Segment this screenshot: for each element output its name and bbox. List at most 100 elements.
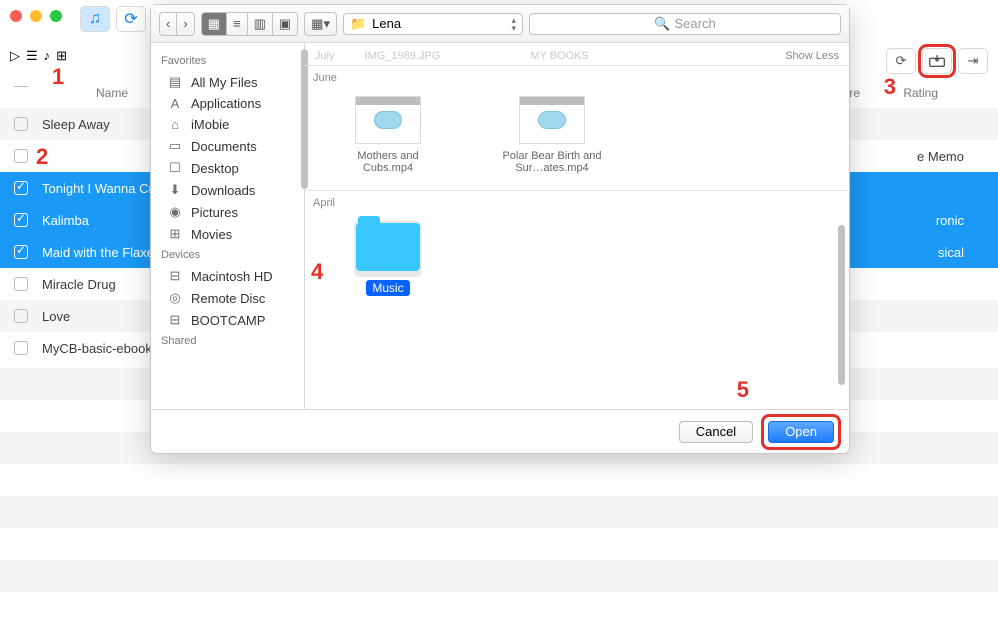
songs-icon[interactable]: ♪	[44, 48, 51, 64]
folder-icon	[356, 223, 420, 271]
refresh-icon[interactable]: ⟳	[886, 48, 916, 74]
window-close[interactable]	[10, 10, 22, 22]
sidebar-label: Applications	[191, 96, 261, 111]
sidebar-icon: ◉	[167, 204, 183, 220]
sidebar-item[interactable]: ⬇ Downloads	[151, 179, 304, 201]
sidebar-item[interactable]: ⊟ BOOTCAMP	[151, 309, 304, 331]
song-genre: ronic	[936, 213, 964, 228]
video-thumb	[519, 96, 585, 144]
search-input[interactable]: 🔍 Search	[529, 13, 841, 35]
row-checkbox[interactable]	[14, 309, 28, 323]
row-checkbox[interactable]	[14, 181, 28, 195]
view-columns-button[interactable]: ▥	[247, 12, 272, 36]
show-less-link[interactable]: Show Less	[785, 50, 839, 62]
sidebar-label: Pictures	[191, 205, 238, 220]
group-by-button[interactable]: ▦▾	[304, 12, 337, 36]
import-icon	[929, 55, 945, 67]
video-thumb	[355, 96, 421, 144]
sidebar-icon: ▤	[167, 74, 183, 90]
file-label: Polar Bear Birth and Sur…ates.mp4	[497, 150, 607, 174]
row-checkbox[interactable]	[14, 117, 28, 131]
sidebar-item[interactable]: ⊟ Macintosh HD	[151, 265, 304, 287]
callout-5: 5	[737, 377, 749, 403]
column-rating[interactable]: Rating	[903, 86, 938, 100]
chevron-updown-icon: ▴▾	[511, 16, 516, 32]
song-genre: e Memo	[917, 149, 964, 164]
sidebar-label: Downloads	[191, 183, 255, 198]
file-item[interactable]: Mothers and Cubs.mp4	[333, 96, 443, 174]
export-icon[interactable]: ⇥	[958, 48, 988, 74]
callout-2: 2	[36, 144, 48, 170]
row-checkbox[interactable]	[14, 149, 28, 163]
sidebar-icon: ⌂	[167, 117, 183, 132]
sidebar-item[interactable]: ⌂ iMobie	[151, 114, 304, 135]
sidebar-label: All My Files	[191, 75, 257, 90]
sidebar-item[interactable]: ☐ Desktop	[151, 157, 304, 179]
ghost-file-a: IMG_1989.JPG	[365, 50, 441, 62]
music-tab-icon[interactable]: ♫	[80, 6, 110, 32]
search-placeholder: Search	[674, 16, 715, 31]
file-label: Mothers and Cubs.mp4	[333, 150, 443, 174]
nav-back-button[interactable]: ‹	[159, 12, 176, 36]
song-genre: sical	[938, 245, 964, 260]
callout-3: 3	[884, 74, 896, 100]
sidebar-icon: ⊟	[167, 312, 183, 328]
row-checkbox[interactable]	[14, 213, 28, 227]
browse-scrollbar[interactable]	[838, 225, 845, 385]
select-all-checkbox[interactable]	[14, 86, 28, 87]
sidebar-item[interactable]: ◎ Remote Disc	[151, 287, 304, 309]
sidebar-label: Movies	[191, 227, 232, 242]
sidebar-label: Macintosh HD	[191, 269, 273, 284]
sidebar-icon: ⬇	[167, 182, 183, 198]
sidebar-icon: ◎	[167, 290, 183, 306]
search-icon: 🔍	[654, 16, 670, 32]
ghost-file-b: MY BOOKS	[530, 50, 588, 62]
sidebar-label: iMobie	[191, 117, 229, 132]
apps-icon[interactable]: ⊞	[56, 48, 67, 64]
row-checkbox[interactable]	[14, 245, 28, 259]
sidebar-icon: ▭	[167, 138, 183, 154]
file-music-folder[interactable]: Music	[333, 221, 443, 296]
sidebar-item[interactable]: ▤ All My Files	[151, 71, 304, 93]
sidebar-icon: ☐	[167, 160, 183, 176]
sidebar-shared-label: Shared	[151, 331, 304, 351]
open-button[interactable]: Open	[768, 421, 834, 443]
sidebar-devices-label: Devices	[151, 245, 304, 265]
open-file-dialog: ‹ › ▦ ≡ ▥ ▣ ▦▾ 📁 Lena ▴▾ 🔍 Search Favori…	[150, 4, 850, 454]
list-icon[interactable]: ☰	[26, 48, 38, 64]
file-label: Music	[366, 280, 409, 296]
folder-icon: 📁	[350, 16, 366, 32]
view-gallery-button[interactable]: ▣	[272, 12, 298, 36]
sidebar-icon: ⊞	[167, 226, 183, 242]
callout-4: 4	[311, 259, 323, 285]
sidebar-item[interactable]: ⊞ Movies	[151, 223, 304, 245]
sidebar-label: BOOTCAMP	[191, 313, 265, 328]
month-june: June	[305, 65, 849, 86]
window-maximize[interactable]	[50, 10, 62, 22]
sidebar-item[interactable]: ▭ Documents	[151, 135, 304, 157]
row-checkbox[interactable]	[14, 277, 28, 291]
play-icon[interactable]: ▷	[10, 48, 20, 64]
view-icons-button[interactable]: ▦	[201, 12, 226, 36]
month-april: April	[305, 190, 849, 211]
column-name[interactable]: Name	[96, 86, 128, 104]
month-july: July	[315, 50, 335, 62]
file-item[interactable]: Polar Bear Birth and Sur…ates.mp4	[497, 96, 607, 174]
folder-selector[interactable]: 📁 Lena ▴▾	[343, 13, 523, 35]
current-folder-label: Lena	[372, 16, 401, 31]
window-minimize[interactable]	[30, 10, 42, 22]
sync-tab-icon[interactable]: ⟳	[116, 6, 146, 32]
sidebar-icon: ⊟	[167, 268, 183, 284]
import-button[interactable]	[922, 48, 952, 74]
sidebar-item[interactable]: A Applications	[151, 93, 304, 114]
sidebar-icon: A	[167, 96, 183, 111]
sidebar-label: Remote Disc	[191, 291, 265, 306]
cancel-button[interactable]: Cancel	[679, 421, 753, 443]
sidebar-item[interactable]: ◉ Pictures	[151, 201, 304, 223]
sidebar-favorites-label: Favorites	[151, 51, 304, 71]
sidebar-label: Desktop	[191, 161, 239, 176]
row-checkbox[interactable]	[14, 341, 28, 355]
view-list-button[interactable]: ≡	[226, 12, 247, 36]
sidebar-label: Documents	[191, 139, 257, 154]
nav-forward-button[interactable]: ›	[176, 12, 194, 36]
